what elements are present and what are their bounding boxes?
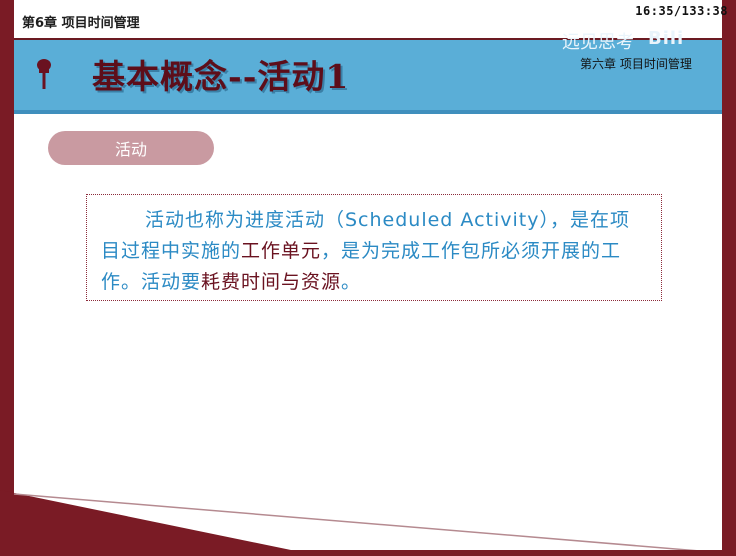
section-pill-label: 活动 <box>114 140 147 159</box>
slide-title: 基本概念--活动1 <box>92 57 350 96</box>
watermark-text: 远见思考 <box>562 32 634 53</box>
banner-subtitle: 第六章 项目时间管理 <box>580 57 692 71</box>
definition-box: 活动也称为进度活动（Scheduled Activity），是在项目过程中实施的… <box>86 194 662 301</box>
playback-clock: 16:35/133:38 <box>635 4 728 18</box>
definition-part-5: 。 <box>341 271 362 293</box>
highlight-work-unit: 工作单元 <box>241 240 322 262</box>
banner-divider <box>14 110 722 114</box>
pin-icon <box>37 59 51 89</box>
highlight-time-resources: 耗费时间与资源 <box>201 271 342 293</box>
chapter-tag: 第6章 项目时间管理 <box>22 16 140 31</box>
definition-text: 活动也称为进度活动（Scheduled Activity），是在项目过程中实施的… <box>101 205 647 298</box>
left-frame <box>0 0 14 556</box>
watermark-logo: Bili <box>648 28 685 49</box>
decorative-corner <box>0 490 736 556</box>
right-frame <box>722 0 736 556</box>
section-pill: 活动 <box>48 131 214 165</box>
